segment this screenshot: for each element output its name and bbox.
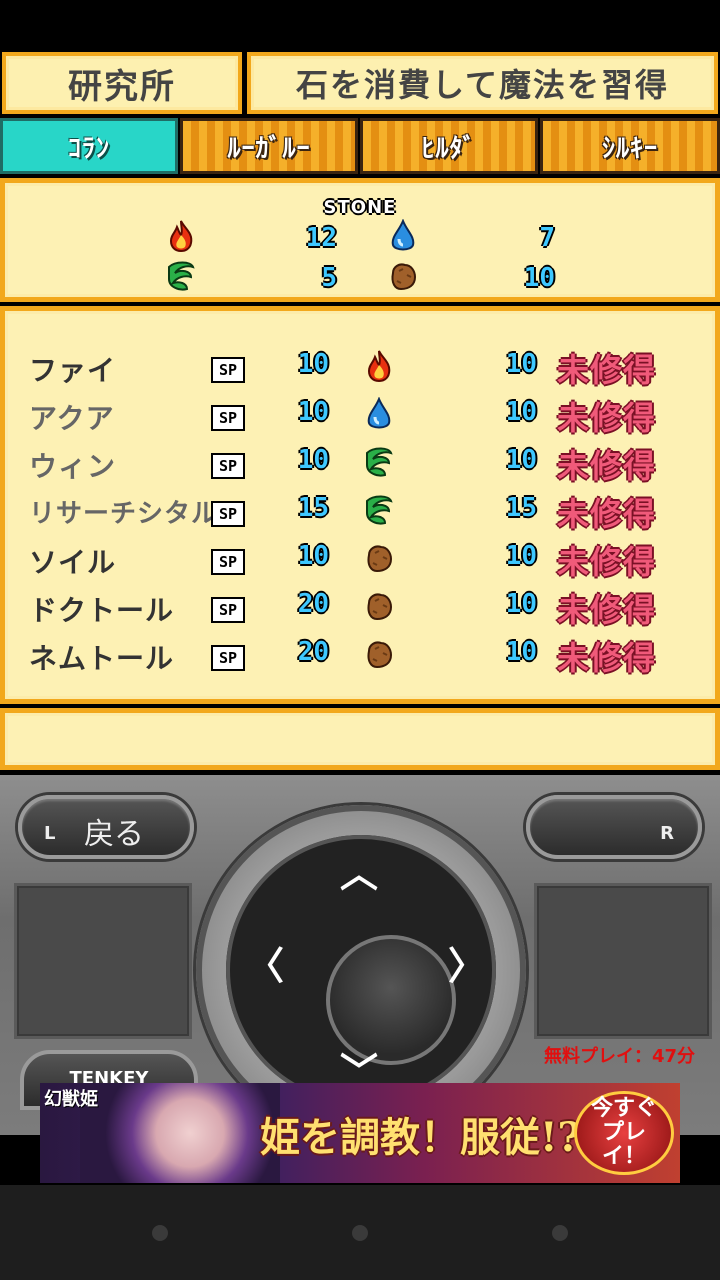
ad-cta-button[interactable]: 今すぐプレイ！ (574, 1091, 674, 1175)
fire-stone-icon (169, 220, 193, 253)
free-play-timer: 無料プレイ：47分 (544, 1046, 696, 1067)
tab-label: ｺﾗﾝ (67, 133, 110, 164)
system-nav-bar (0, 1185, 720, 1280)
tab-koran[interactable]: ｺﾗﾝ (0, 118, 178, 174)
ad-character-image (80, 1083, 280, 1183)
fire-stone-icon (367, 350, 391, 383)
spell-row[interactable]: ソイル SP 10 10 未修得 (5, 535, 715, 583)
message-box (0, 708, 720, 770)
wind-stone-icon (168, 261, 195, 291)
sp-badge: SP (211, 645, 245, 671)
wind-stone-icon (366, 495, 393, 525)
stone-title: STONE (323, 197, 397, 218)
spell-status: 未修得 (557, 639, 657, 677)
sp-badge: SP (211, 357, 245, 383)
spell-sp-cost: 10 (297, 541, 329, 571)
spell-status: 未修得 (557, 447, 657, 485)
left-side-panel (14, 883, 192, 1039)
earth-stone-icon (391, 263, 417, 291)
water-stone-count: 7 (539, 223, 555, 253)
r-button-label: R (660, 823, 674, 844)
back-button[interactable]: L 戻る (18, 795, 194, 859)
ad-brand: 幻獣姫 (44, 1089, 98, 1110)
spell-status: 未修得 (557, 495, 657, 533)
character-tabs: ｺﾗﾝ ﾙｰｶﾞﾙｰ ﾋﾙﾀﾞ ｼﾙｷｰ (0, 118, 720, 174)
spell-stone-cost: 10 (505, 397, 537, 427)
fire-stone-count: 12 (305, 223, 337, 253)
dpad-center-button[interactable] (326, 935, 456, 1065)
spell-stone-cost: 10 (505, 349, 537, 379)
earth-stone-count: 10 (523, 263, 555, 293)
tab-silky[interactable]: ｼﾙｷｰ (540, 118, 720, 174)
sp-badge: SP (211, 501, 245, 527)
tab-label: ﾙｰｶﾞﾙｰ (227, 133, 311, 164)
wind-stone-count: 5 (321, 263, 337, 293)
spell-name: リサーチシタル (29, 499, 219, 529)
sp-badge: SP (211, 549, 245, 575)
earth-stone-icon (367, 641, 393, 669)
spell-list-panel: ファイ SP 10 10 未修得 アクア SP 10 10 未修得 ウィン SP… (0, 306, 720, 704)
dpad-up-arrow-icon[interactable]: ︿ (340, 855, 378, 893)
spell-name: ドクトール (29, 594, 175, 627)
spell-sp-cost: 15 (297, 493, 329, 523)
spell-stone-cost: 10 (505, 589, 537, 619)
tab-rugaru[interactable]: ﾙｰｶﾞﾙｰ (180, 118, 358, 174)
spell-row[interactable]: アクア SP 10 10 未修得 (5, 391, 715, 439)
spell-sp-cost: 10 (297, 445, 329, 475)
ad-cta-label: 今すぐプレイ！ (590, 1095, 657, 1170)
spell-sp-cost: 10 (297, 397, 329, 427)
spell-row[interactable]: ウィン SP 10 10 未修得 (5, 439, 715, 487)
spell-sp-cost: 20 (297, 637, 329, 667)
sp-badge: SP (211, 597, 245, 623)
nav-back-dot[interactable] (152, 1225, 168, 1241)
screen-description-text: 石を消費して魔法を習得 (295, 66, 670, 104)
dpad-ring: ︿ ﹀ 〈 〉 (226, 835, 496, 1105)
ad-title: 姫を調教！服従!? (260, 1114, 581, 1161)
spell-stone-cost: 10 (505, 637, 537, 667)
spell-name: アクア (29, 402, 115, 435)
spell-status: 未修得 (557, 399, 657, 437)
spell-name: ファイ (29, 354, 117, 387)
spell-status: 未修得 (557, 351, 657, 389)
screen-description: 石を消費して魔法を習得 (247, 52, 718, 114)
spell-row[interactable]: ネムトール SP 20 10 未修得 (5, 631, 715, 679)
spell-row[interactable]: ドクトール SP 20 10 未修得 (5, 583, 715, 631)
spell-row[interactable]: リサーチシタル SP 15 15 未修得 (5, 487, 715, 535)
nav-home-dot[interactable] (352, 1225, 368, 1241)
right-side-panel (534, 883, 712, 1039)
back-button-label: 戻る (84, 817, 144, 852)
earth-stone-icon (367, 545, 393, 573)
ad-banner[interactable]: 幻獣姫 姫を調教！服従!? 今すぐプレイ！ (40, 1083, 680, 1183)
nav-recents-dot[interactable] (552, 1225, 568, 1241)
r-button[interactable]: R (526, 795, 702, 859)
spell-sp-cost: 20 (297, 589, 329, 619)
dpad-left-arrow-icon[interactable]: 〈 (246, 947, 284, 985)
spell-name: ネムトール (29, 642, 175, 675)
water-stone-icon (391, 219, 415, 251)
spell-row[interactable]: ファイ SP 10 10 未修得 (5, 343, 715, 391)
screen-title: 研究所 (2, 52, 242, 114)
spell-name: ソイル (29, 546, 117, 579)
water-stone-icon (367, 397, 391, 429)
stone-panel: STONE 12 7 5 10 (0, 178, 720, 302)
spell-stone-cost: 10 (505, 445, 537, 475)
wind-stone-icon (366, 447, 393, 477)
screen-title-text: 研究所 (68, 66, 176, 107)
spell-stone-cost: 10 (505, 541, 537, 571)
spell-sp-cost: 10 (297, 349, 329, 379)
spell-stone-cost: 15 (505, 493, 537, 523)
dpad-right-arrow-icon[interactable]: 〉 (448, 947, 486, 985)
earth-stone-icon (367, 593, 393, 621)
spell-name: ウィン (29, 450, 117, 483)
tab-hilda[interactable]: ﾋﾙﾀﾞ (360, 118, 538, 174)
tab-label: ﾋﾙﾀﾞ (421, 133, 477, 164)
l-button-label: L (44, 823, 56, 844)
spell-status: 未修得 (557, 543, 657, 581)
sp-badge: SP (211, 453, 245, 479)
sp-badge: SP (211, 405, 245, 431)
spell-status: 未修得 (557, 591, 657, 629)
tab-label: ｼﾙｷｰ (601, 133, 658, 164)
